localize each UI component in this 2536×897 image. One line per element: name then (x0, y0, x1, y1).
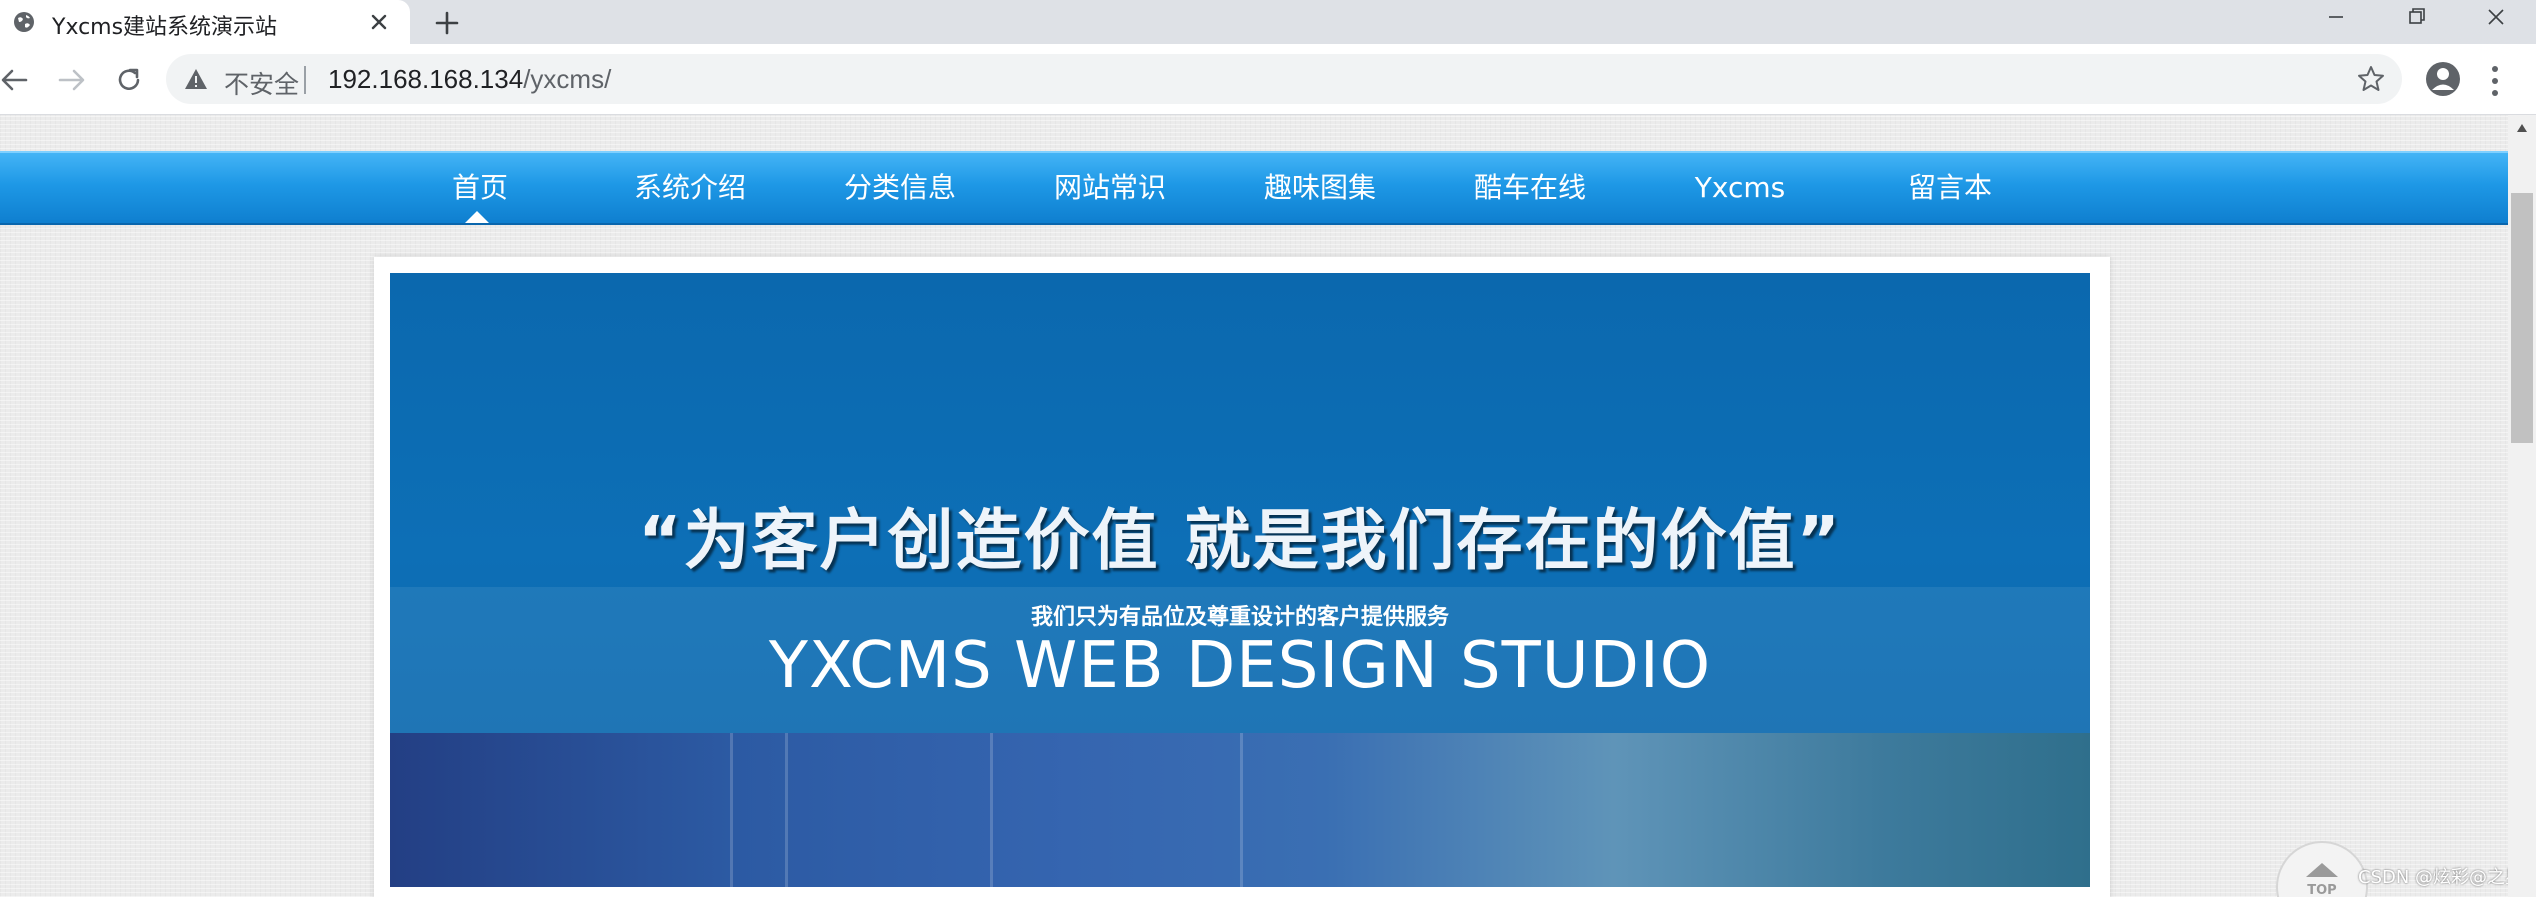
minimize-icon[interactable] (2296, 0, 2376, 44)
url-host: 192.168.168.134 (328, 64, 524, 94)
tab-title: Yxcms建站系统演示站 (52, 15, 278, 40)
new-tab-icon[interactable] (432, 8, 462, 38)
active-nav-caret (465, 211, 489, 223)
browser-toolbar: 不安全 192.168.168.134/yxcms/ (0, 44, 2536, 115)
back-to-top-button[interactable]: TOP (2276, 841, 2368, 897)
nav-item-fun-gallery[interactable]: 趣味图集 (1220, 153, 1420, 223)
nav-item-system-intro[interactable]: 系统介绍 (590, 153, 790, 223)
back-arrow-icon[interactable] (0, 65, 30, 95)
url-text[interactable]: 192.168.168.134/yxcms/ (328, 64, 611, 95)
banner-slogan: “为客户创造价值 就是我们存在的价值” (638, 502, 1842, 579)
web-page: 首页 系统介绍 分类信息 网站常识 趣味图集 酷车在线 Yxcms 留言本 “为… (0, 115, 2508, 897)
vertical-scrollbar[interactable] (2508, 115, 2536, 897)
banner-subline: 我们只为有品位及尊重设计的客户提供服务 (1030, 605, 1449, 630)
profile-avatar-icon[interactable] (2424, 60, 2462, 98)
globe-icon (14, 12, 34, 32)
nav-item-web-knowledge[interactable]: 网站常识 (1010, 153, 1210, 223)
restore-icon[interactable] (2376, 0, 2456, 44)
banner-image-strip (390, 733, 2090, 887)
nav-item-yxcms[interactable]: Yxcms (1640, 153, 1840, 223)
light-streak (990, 733, 993, 887)
main-nav: 首页 系统介绍 分类信息 网站常识 趣味图集 酷车在线 Yxcms 留言本 (0, 151, 2508, 225)
address-bar[interactable]: 不安全 192.168.168.134/yxcms/ (166, 54, 2402, 104)
light-streak (1240, 733, 1243, 887)
back-to-top-label: TOP (2307, 883, 2337, 897)
tab-strip: Yxcms建站系统演示站 (0, 0, 2536, 44)
content-panel: “为客户创造价值 就是我们存在的价值” 我们只为有品位及尊重设计的客户提供服务 … (374, 257, 2110, 897)
more-menu-icon[interactable] (2488, 64, 2502, 98)
bookmark-star-icon[interactable] (2356, 64, 2386, 94)
hero-banner[interactable]: “为客户创造价值 就是我们存在的价值” 我们只为有品位及尊重设计的客户提供服务 … (390, 273, 2090, 887)
forward-arrow-icon[interactable] (56, 65, 86, 95)
scrollbar-thumb[interactable] (2511, 193, 2533, 443)
light-streak (785, 733, 788, 887)
light-streak (730, 733, 733, 887)
warning-icon[interactable] (184, 68, 208, 90)
security-label[interactable]: 不安全 (224, 65, 299, 101)
nav-item-category-info[interactable]: 分类信息 (800, 153, 1000, 223)
nav-item-guestbook[interactable]: 留言本 (1850, 153, 2050, 223)
reload-icon[interactable] (114, 65, 144, 95)
browser-tab[interactable]: Yxcms建站系统演示站 (0, 0, 410, 44)
close-window-icon[interactable] (2456, 0, 2536, 44)
omnibox-divider (304, 66, 306, 94)
close-tab-icon[interactable] (366, 9, 392, 35)
nav-item-cool-cars[interactable]: 酷车在线 (1430, 153, 1630, 223)
url-path: /yxcms/ (523, 64, 612, 94)
banner-studio-name: YXCMS WEB DESIGN STUDIO (768, 629, 1712, 703)
watermark: CSDN @炫彩@之星 (2358, 867, 2508, 888)
scroll-up-arrow-icon[interactable] (2516, 123, 2528, 133)
up-arrow-icon (2306, 863, 2338, 877)
